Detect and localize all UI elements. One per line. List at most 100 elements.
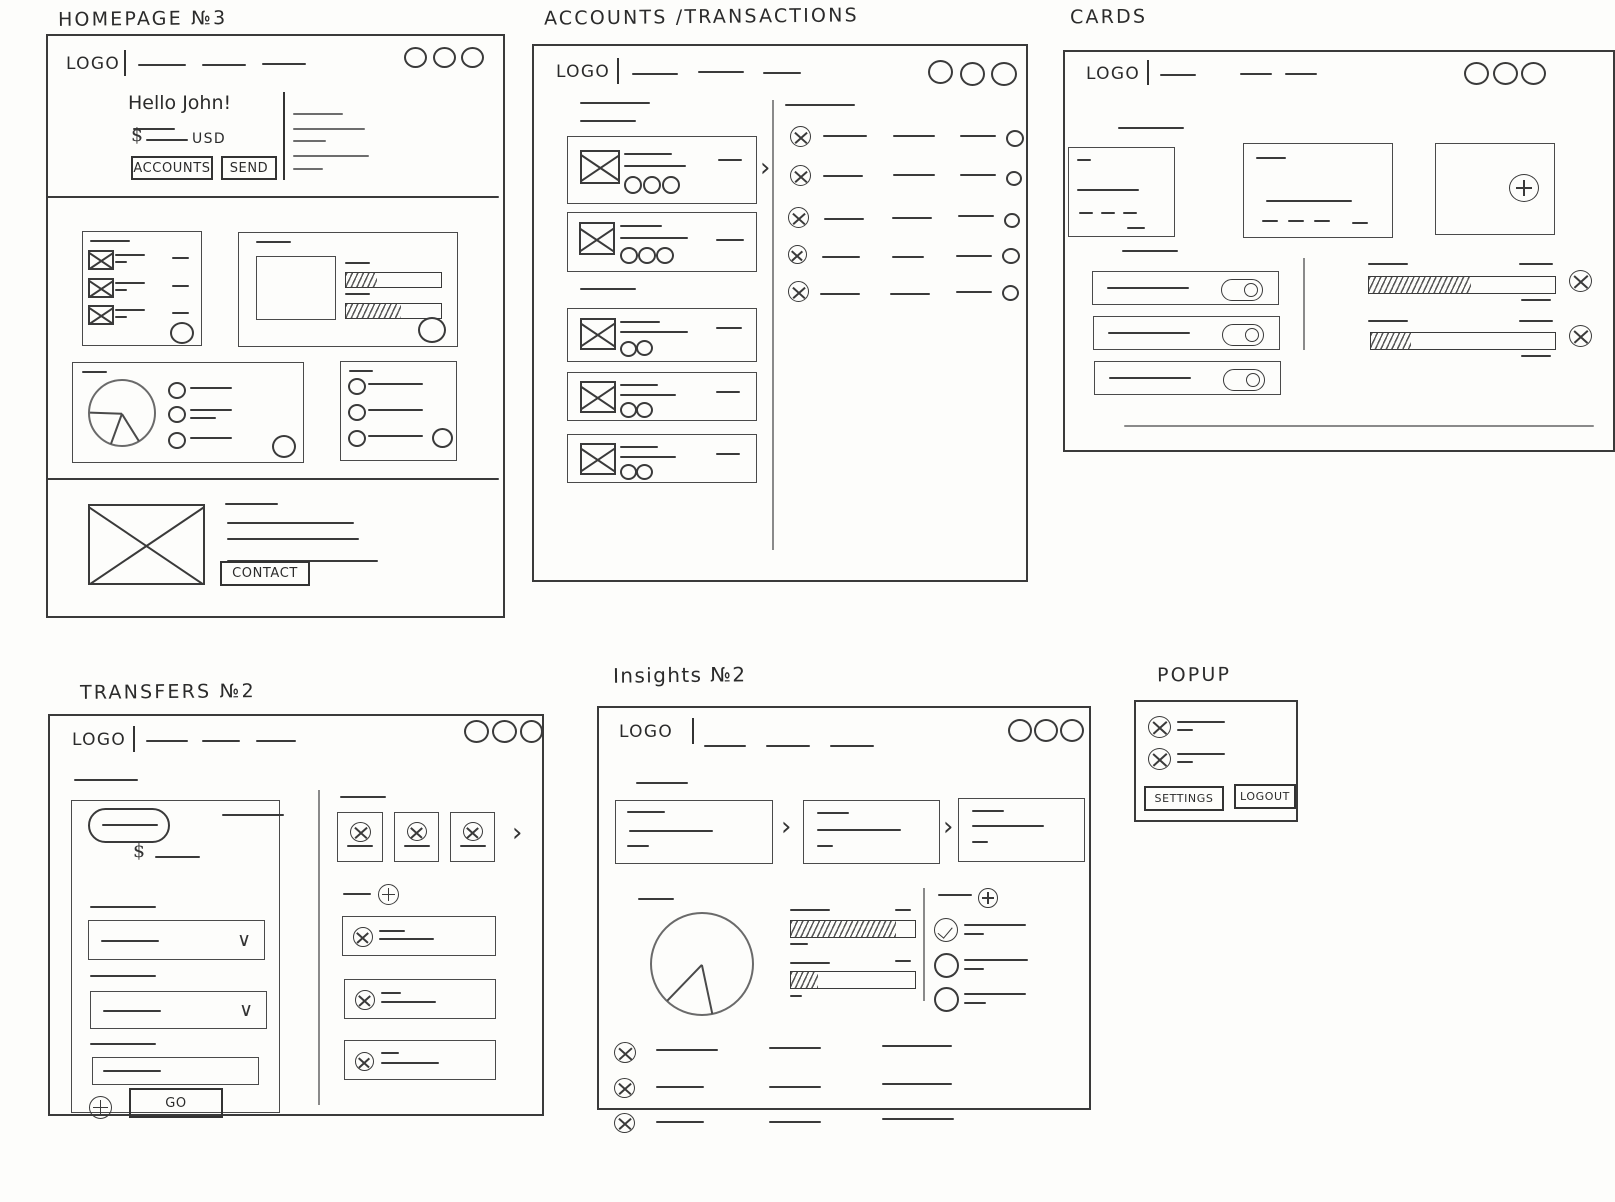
nav-item-1[interactable] (146, 740, 188, 742)
add-field-icon[interactable] (89, 1096, 112, 1119)
toggle-switch[interactable] (1223, 369, 1265, 391)
nav-item-3[interactable] (830, 745, 874, 747)
circled-check-icon[interactable] (934, 918, 958, 942)
card-tile-line (1123, 212, 1137, 214)
avatar[interactable] (418, 317, 446, 343)
recent-row[interactable] (344, 1040, 496, 1080)
card-tile-line (1079, 212, 1093, 214)
account-sub-line (620, 331, 688, 333)
accounts-button[interactable]: ACCOUNTS (131, 156, 213, 180)
account-card[interactable] (567, 372, 757, 421)
nav-item-2[interactable] (766, 745, 810, 747)
avatar[interactable] (272, 435, 296, 458)
account-card[interactable] (567, 308, 757, 362)
avatar[interactable] (170, 322, 194, 344)
go-button[interactable]: GO (129, 1088, 223, 1118)
accounts-expand-chevron[interactable]: › (760, 155, 770, 181)
nav-item-1[interactable] (704, 745, 746, 747)
nav-item-1[interactable] (1160, 74, 1196, 76)
nav-item-3[interactable] (262, 63, 306, 65)
header-dot-3[interactable] (1521, 62, 1546, 85)
contact-button[interactable]: CONTACT (220, 561, 310, 586)
nav-item-3[interactable] (1285, 73, 1317, 75)
remove-limit-icon[interactable] (1569, 270, 1592, 292)
header-dot-3[interactable] (1060, 719, 1084, 742)
header-dot-3[interactable] (461, 47, 484, 68)
header-dot-2[interactable] (1493, 62, 1518, 85)
avatar[interactable] (432, 428, 453, 448)
header-dot-1[interactable] (404, 47, 427, 68)
card-tile[interactable] (1068, 147, 1175, 237)
stat-card[interactable] (958, 798, 1085, 862)
send-button[interactable]: SEND (221, 156, 277, 180)
contact-name-line (460, 845, 486, 847)
setting-toggle-row[interactable] (1094, 361, 1281, 395)
setting-toggle-row[interactable] (1093, 316, 1280, 350)
dot-icon (662, 176, 680, 194)
nav-item-1[interactable] (138, 64, 186, 66)
plus-icon[interactable] (1509, 174, 1539, 202)
logo-homepage[interactable]: LOGO (66, 54, 120, 74)
nav-item-2[interactable] (1240, 73, 1272, 75)
stat-chevron[interactable]: › (781, 814, 791, 840)
to-account-select[interactable]: ∨ (90, 991, 267, 1029)
nav-item-1[interactable] (632, 73, 678, 75)
card-tile[interactable] (1243, 143, 1393, 238)
currency-symbol: $ (131, 124, 144, 146)
contact-tile[interactable] (394, 812, 439, 862)
stat-card[interactable] (615, 800, 773, 864)
recipient-pill[interactable] (88, 808, 170, 843)
circled-x-icon (353, 927, 373, 947)
account-card[interactable] (567, 434, 757, 483)
dot-icon (620, 464, 637, 480)
remove-limit-icon[interactable] (1569, 325, 1592, 347)
from-account-select[interactable]: ∨ (88, 920, 265, 960)
nav-item-2[interactable] (202, 740, 240, 742)
logo-accounts[interactable]: LOGO (556, 62, 610, 82)
nav-item-3[interactable] (256, 740, 296, 742)
pie-slice-line (110, 413, 123, 445)
recent-row[interactable] (342, 916, 496, 956)
note-input[interactable] (92, 1057, 259, 1085)
setting-label-line (1109, 377, 1191, 379)
logo-divider (617, 58, 619, 84)
checklist-add-icon[interactable] (978, 888, 998, 908)
stat-chevron[interactable]: › (943, 814, 953, 840)
circle-icon[interactable] (934, 987, 959, 1012)
contact-tile[interactable] (337, 812, 383, 862)
header-dot-2[interactable] (960, 62, 985, 86)
header-dot-1[interactable] (1008, 719, 1032, 742)
header-dot-2[interactable] (1034, 719, 1058, 742)
stat-card[interactable] (803, 800, 940, 864)
account-card[interactable] (567, 136, 757, 204)
recent-row[interactable] (344, 979, 496, 1019)
toggle-switch[interactable] (1222, 324, 1264, 346)
logo-cards[interactable]: LOGO (1086, 64, 1140, 84)
logout-button[interactable]: LOGOUT (1234, 784, 1296, 809)
header-dot-1[interactable] (464, 720, 489, 743)
status-circle-icon (1002, 248, 1020, 264)
header-dot-1[interactable] (928, 60, 953, 84)
settings-button[interactable]: SETTINGS (1144, 786, 1224, 811)
setting-toggle-row[interactable] (1092, 271, 1279, 305)
contact-tile[interactable] (450, 812, 495, 862)
header-dot-3[interactable] (520, 720, 543, 743)
header-dot-2[interactable] (492, 720, 517, 743)
header-dot-3[interactable] (991, 62, 1017, 86)
header-dot-2[interactable] (433, 47, 456, 68)
legend-line (190, 437, 232, 439)
header-dot-1[interactable] (1464, 62, 1489, 85)
nav-item-3[interactable] (763, 72, 801, 74)
contacts-next-chevron[interactable]: › (512, 820, 522, 846)
recent-add-icon[interactable] (378, 884, 399, 905)
image-placeholder-icon (88, 250, 114, 270)
logo-transfers[interactable]: LOGO (72, 730, 126, 750)
circled-x-icon (790, 126, 811, 147)
toggle-switch[interactable] (1221, 279, 1263, 301)
nav-item-2[interactable] (202, 64, 246, 66)
add-card-tile[interactable] (1435, 143, 1555, 235)
logo-insights[interactable]: LOGO (619, 722, 673, 742)
nav-item-2[interactable] (698, 71, 744, 73)
account-card[interactable] (567, 212, 757, 272)
circle-icon[interactable] (934, 953, 959, 978)
